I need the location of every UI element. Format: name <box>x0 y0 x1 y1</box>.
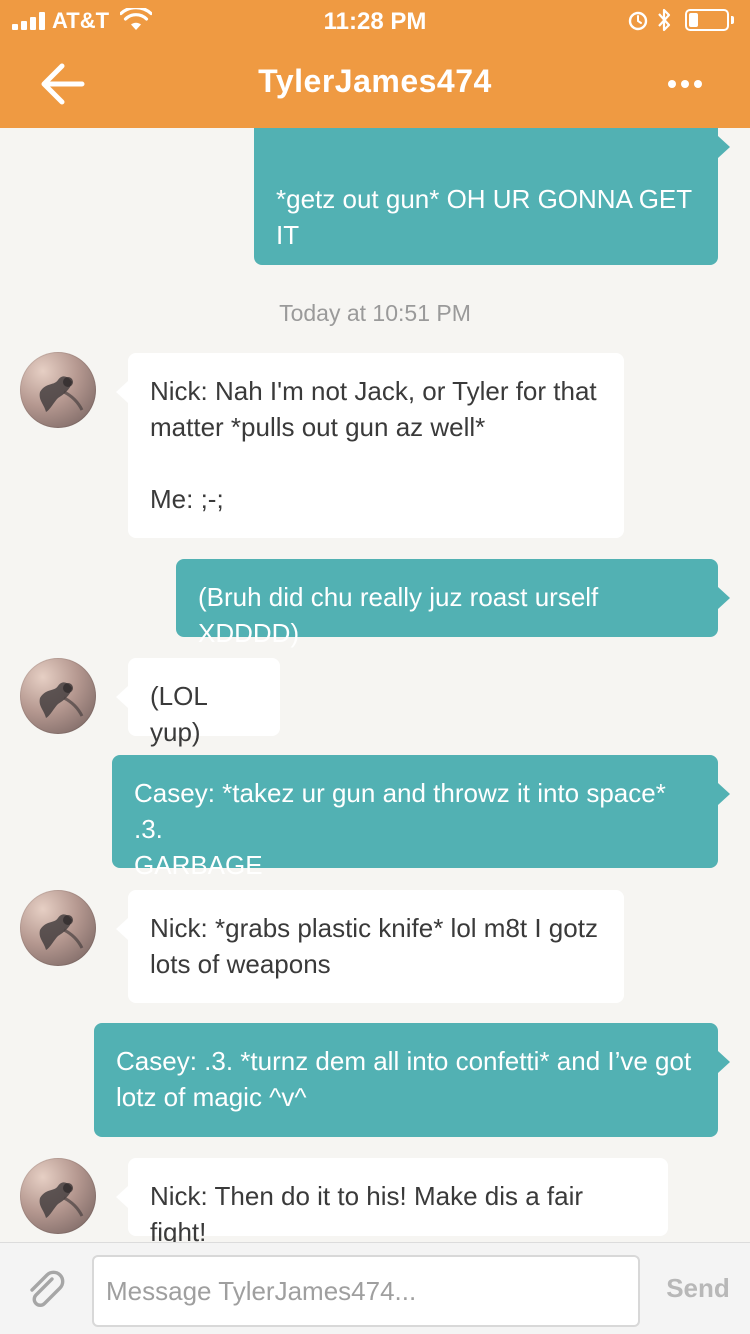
message-bubble-outgoing: (Bruh did chu really juz roast urself XD… <box>176 559 730 648</box>
avatar-image <box>39 914 84 950</box>
avatar[interactable] <box>20 352 96 428</box>
avatar[interactable] <box>20 1158 96 1234</box>
send-button[interactable]: Send <box>660 1273 736 1304</box>
app-header: AT&T 11:28 PM TylerJames474 <box>0 0 750 128</box>
message-list[interactable]: *getz out gun* OH UR GONNA GET IT Today … <box>0 128 750 1242</box>
avatar-image <box>39 376 84 412</box>
message-timestamp: Today at 10:51 PM <box>279 300 471 326</box>
conversation-title: TylerJames474 <box>258 63 492 99</box>
more-options-button[interactable] <box>660 64 710 104</box>
avatar[interactable] <box>20 658 96 734</box>
message-bubble-incoming: Nick: Then do it to his! Make dis a fair… <box>116 1158 668 1242</box>
message-bubble-outgoing: Casey: .3. *turnz dem all into confetti*… <box>94 1023 730 1137</box>
avatar-image <box>39 1182 84 1218</box>
message-bubble-incoming: (LOL yup) <box>116 658 280 747</box>
message-bubble-outgoing: Casey: *takez ur gun and throwz it into … <box>112 755 730 880</box>
alarm-icon <box>628 11 648 31</box>
message-composer: Send <box>0 1242 750 1334</box>
battery-level <box>689 13 698 27</box>
avatar-image <box>39 682 84 718</box>
message-bubble-outgoing: *getz out gun* OH UR GONNA GET IT <box>254 128 730 265</box>
battery-cap <box>731 16 734 24</box>
avatar[interactable] <box>20 890 96 966</box>
attach-button[interactable] <box>22 1265 70 1313</box>
message-bubble-incoming: Nick: Nah I'm not Jack, or Tyler for tha… <box>116 353 624 538</box>
message-input[interactable] <box>92 1255 640 1327</box>
battery-icon <box>685 9 729 31</box>
paperclip-icon <box>30 1270 65 1307</box>
message-bubble-incoming: Nick: *grabs plastic knife* lol m8t I go… <box>116 890 624 1003</box>
status-bar: AT&T 11:28 PM <box>0 0 750 40</box>
ellipsis-icon <box>668 80 676 88</box>
bluetooth-icon <box>658 8 671 32</box>
